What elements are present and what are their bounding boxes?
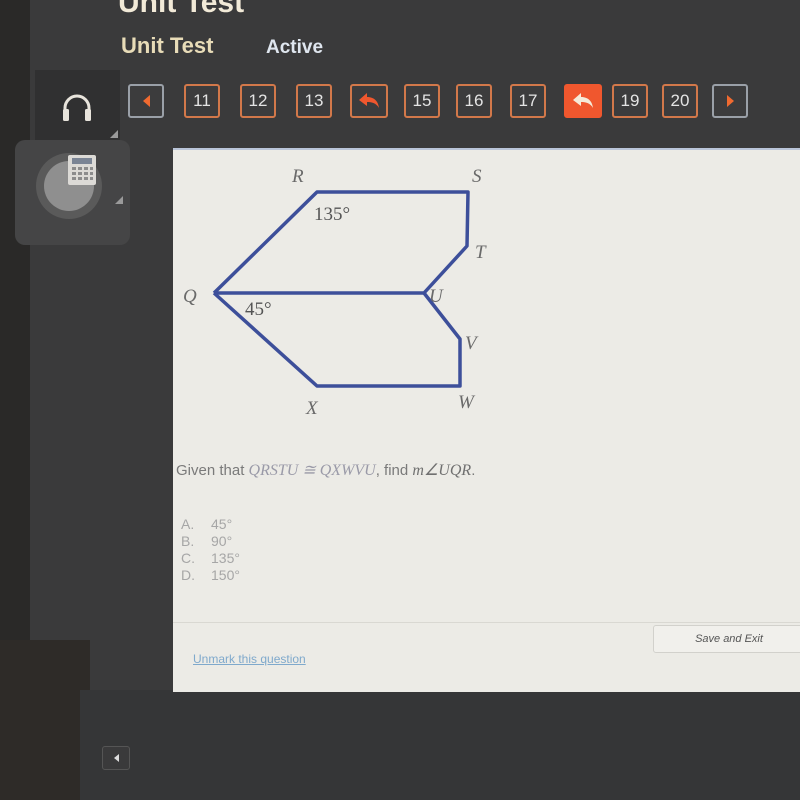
choice-b[interactable]: B. 90°	[181, 533, 240, 550]
target-angle: m∠UQR	[412, 462, 472, 479]
question-suffix: .	[471, 462, 476, 479]
question-number: 15	[412, 91, 432, 110]
audio-button[interactable]	[55, 90, 99, 126]
question-19-button[interactable]: 19	[612, 84, 648, 118]
question-number: 19	[620, 91, 640, 110]
calculator-corner-indicator	[115, 196, 123, 204]
question-16-button[interactable]: 16	[456, 84, 492, 118]
save-and-exit-button[interactable]: Save and Exit	[653, 625, 800, 653]
question-13-button[interactable]: 13	[296, 84, 332, 118]
question-17-button[interactable]: 17	[510, 84, 546, 118]
footer-divider	[173, 622, 800, 623]
triangle-right-icon	[726, 95, 734, 107]
question-15-button[interactable]: 15	[404, 84, 440, 118]
figure-2: QXWVU	[319, 462, 376, 479]
vertex-label-s: S	[472, 166, 482, 187]
choice-letter: C.	[181, 550, 195, 566]
answer-choices: A. 45° B. 90° C. 135° D. 150°	[181, 516, 240, 584]
choice-letter: A.	[181, 516, 195, 532]
previous-button[interactable]	[128, 84, 164, 118]
vertex-label-v: V	[465, 333, 479, 354]
audio-corner-indicator	[110, 130, 118, 138]
question-content: R S T U V W X Q 135° 45° Given that QRST…	[173, 148, 800, 692]
collapse-button[interactable]	[102, 746, 130, 770]
question-14-flagged-button[interactable]	[350, 84, 388, 118]
figure-1: QRSTU	[248, 462, 299, 479]
choice-letter: D.	[181, 567, 195, 583]
question-number: 17	[518, 91, 538, 110]
unmark-question-link[interactable]: Unmark this question	[193, 652, 306, 666]
angle-q-label: 45°	[245, 299, 272, 320]
question-number: 20	[670, 91, 690, 110]
vertex-label-r: R	[291, 166, 304, 187]
choice-value: 90°	[211, 533, 233, 549]
question-12-button[interactable]: 12	[240, 84, 276, 118]
return-arrow-icon	[573, 93, 593, 108]
question-prefix: Given that	[176, 462, 249, 479]
calculator-icon	[68, 155, 96, 185]
question-text: Given that QRSTU ≅ QXWVU, find m∠UQR.	[176, 460, 475, 480]
choice-value: 135°	[211, 550, 240, 566]
question-middle: , find	[375, 462, 413, 479]
return-arrow-icon	[359, 93, 379, 108]
screen-lower-area	[80, 690, 800, 800]
angle-r-label: 135°	[314, 204, 350, 225]
vertex-label-w: W	[458, 392, 476, 413]
question-number: 11	[193, 91, 211, 110]
status-label: Active	[266, 37, 324, 58]
vertex-label-x: X	[305, 398, 319, 419]
headphones-icon	[63, 94, 91, 121]
app-title: Unit Test	[118, 0, 245, 19]
vertex-label-t: T	[475, 242, 487, 263]
question-number: 16	[464, 91, 484, 110]
triangle-left-icon	[142, 95, 150, 107]
next-button[interactable]	[712, 84, 748, 118]
choice-value: 150°	[211, 567, 240, 583]
desk-background	[0, 640, 90, 800]
question-navigation: 11 12 13 15 16 17 19 20	[128, 84, 800, 124]
test-title: Unit Test	[121, 33, 214, 58]
choice-letter: B.	[181, 533, 195, 549]
choice-value: 45°	[211, 516, 233, 532]
triangle-left-icon	[113, 754, 119, 762]
vertex-label-q: Q	[183, 286, 197, 307]
question-number: 12	[248, 91, 268, 110]
question-number: 13	[304, 91, 324, 110]
congruent-figures-diagram: R S T U V W X Q 135° 45°	[183, 166, 487, 419]
choice-c[interactable]: C. 135°	[181, 550, 240, 567]
question-20-button[interactable]: 20	[662, 84, 698, 118]
choice-d[interactable]: D. 150°	[181, 567, 240, 584]
calculator-button[interactable]	[35, 152, 103, 220]
question-11-button[interactable]: 11	[184, 84, 220, 118]
choice-a[interactable]: A. 45°	[181, 516, 240, 533]
question-18-current-button[interactable]	[564, 84, 602, 118]
vertex-label-u: U	[429, 286, 444, 307]
congruent-symbol: ≅	[298, 462, 320, 479]
